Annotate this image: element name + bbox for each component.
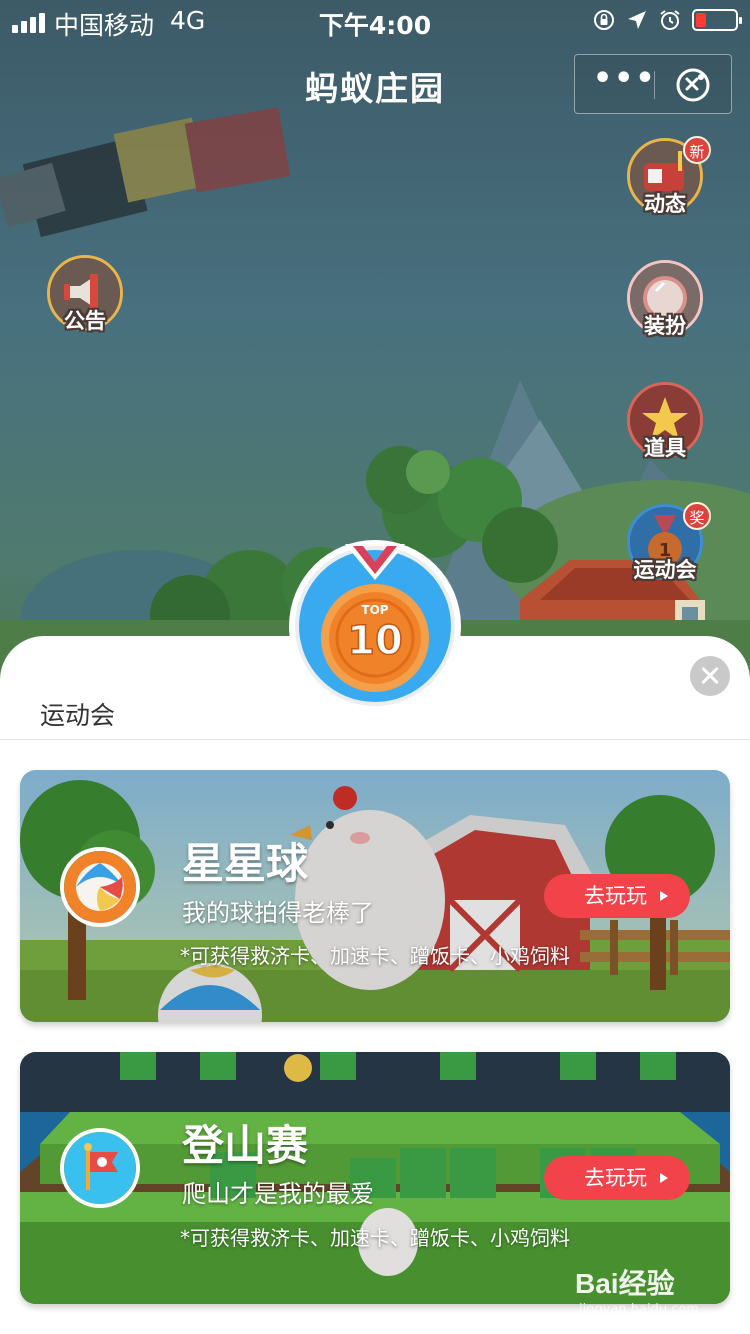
more-icon[interactable]: ••• [593,64,655,99]
game-card-star-ball[interactable]: 星星球 我的球拍得老棒了 *可获得救济卡、加速卡、蹭饭卡、小鸡饲料 去玩玩 [20,770,730,1022]
status-bar: 中国移动 4G 下午4:00 [0,0,750,42]
watermark-url: jingyan.baidu.com [579,1302,699,1317]
game-desc: 爬山才是我的最爱 [182,1180,374,1208]
game-reward: *可获得救济卡、加速卡、蹭饭卡、小鸡饲料 [180,944,570,968]
baidu-watermark: Bai经验 jingyan.baidu.com [575,1262,699,1317]
status-icons [592,8,742,32]
top10-medal-icon: TOP 10 [289,540,461,712]
sheet-divider [0,739,750,740]
props-label: 道具 [644,436,686,460]
close-icon[interactable] [690,656,730,696]
game-reward: *可获得救济卡、加速卡、蹭饭卡、小鸡饲料 [180,1226,570,1250]
reward-badge: 奖 [683,502,711,530]
location-icon [628,11,646,29]
announcement-button[interactable]: 公告 [45,255,125,345]
play-button[interactable]: 去玩玩 [544,1156,690,1200]
sheet-title: 运动会 [40,701,116,730]
battery-icon [692,9,742,31]
game-name: 星星球 [182,839,309,888]
new-badge: 新 [683,136,711,164]
game-desc: 我的球拍得老棒了 [182,899,374,927]
updates-button[interactable]: 新 动态 [625,136,711,228]
dress-up-label: 装扮 [644,314,686,338]
props-button[interactable]: 道具 [625,382,705,472]
watermark-logo: Bai经验 [575,1268,675,1299]
close-app-icon[interactable] [675,67,711,103]
game-name: 登山赛 [182,1121,309,1170]
capsule-divider [654,71,655,99]
dress-up-button[interactable]: 装扮 [625,260,705,350]
sports-label: 运动会 [633,558,697,582]
mini-program-capsule: ••• [574,54,732,114]
beach-ball-icon [60,847,140,927]
rotation-lock-icon [594,10,614,30]
announcement-label: 公告 [64,309,106,333]
medal-top-text: TOP [361,603,388,617]
play-button[interactable]: 去玩玩 [544,874,690,918]
medal-number: 10 [347,618,403,664]
flag-icon [60,1128,140,1208]
sports-button[interactable]: 1 奖 运动会 [625,502,711,594]
alarm-icon [660,10,680,30]
updates-label: 动态 [644,192,686,216]
